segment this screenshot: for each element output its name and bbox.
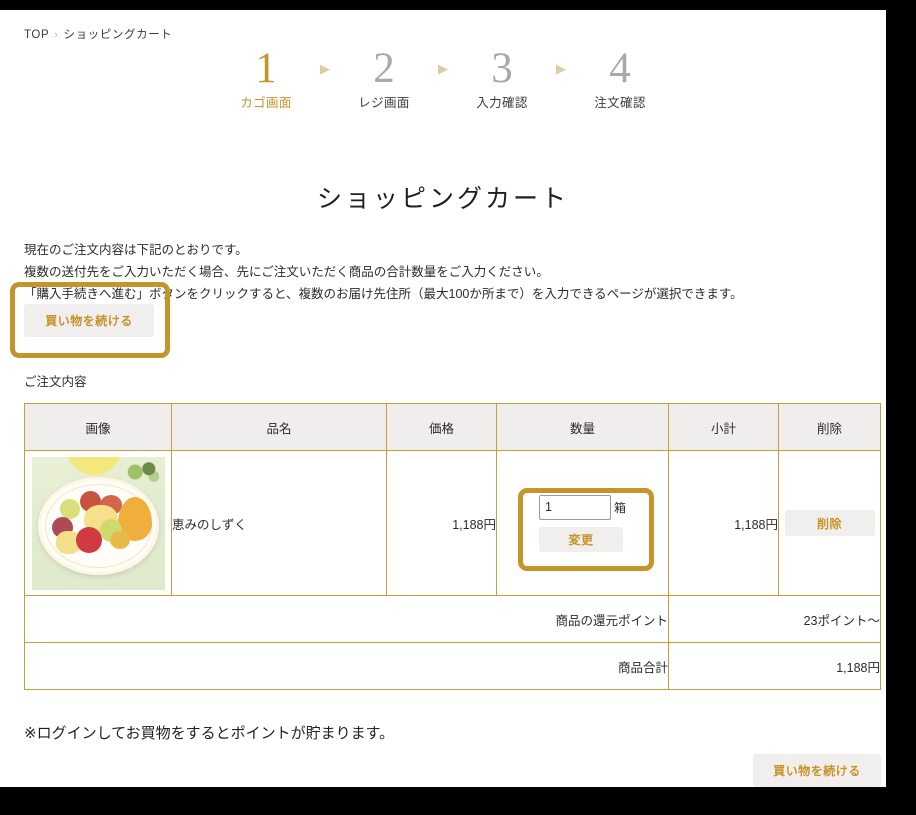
shopping-cart-page: TOP › ショッピングカート 1 カゴ画面 ▶ 2 レジ画面 ▶ 3 入力確認 ▶	[0, 10, 886, 787]
delete-item-button[interactable]: 削除	[784, 510, 875, 536]
cell-delete-action: 削除	[778, 450, 881, 596]
page-title: ショッピングカート	[316, 185, 569, 213]
step-4-number: 4	[609, 45, 631, 92]
step-2-label: レジ画面	[358, 96, 410, 110]
change-quantity-button[interactable]: 変更	[538, 526, 623, 552]
breadcrumb-current: ショッピングカート	[63, 29, 173, 41]
step-3-number: 3	[491, 45, 513, 92]
page-viewport: TOP › ショッピングカート 1 カゴ画面 ▶ 2 レジ画面 ▶ 3 入力確認 ▶	[0, 10, 886, 787]
step-arrow-2-icon: ▶	[438, 61, 448, 76]
quantity-unit-label: 箱	[613, 500, 626, 515]
quantity-input-line: 箱	[538, 494, 626, 520]
step-arrow-1-icon: ▶	[320, 61, 330, 76]
step-arrow-3-icon: ▶	[556, 61, 566, 76]
cell-product-name: 恵みのしずく	[171, 450, 387, 596]
browser-frame: TOP › ショッピングカート 1 カゴ画面 ▶ 2 レジ画面 ▶ 3 入力確認 ▶	[0, 0, 916, 815]
column-header-quantity: 数量	[496, 403, 669, 451]
step-2-number: 2	[373, 45, 395, 92]
checkout-step-indicator: 1 カゴ画面 ▶ 2 レジ画面 ▶ 3 入力確認 ▶ 4 注文確認	[0, 44, 886, 112]
breadcrumb-separator-icon: ›	[54, 29, 59, 41]
column-header-name: 品名	[171, 403, 387, 451]
intro-line-3: 「購入手続きへ進む」ボタンをクリックすると、複数のお届け先住所（最大100か所ま…	[24, 287, 743, 301]
step-1-number: 1	[255, 45, 277, 92]
breadcrumb: TOP › ショッピングカート	[24, 26, 172, 42]
leaf-decor-icon	[124, 460, 159, 483]
order-contents-label: ご注文内容	[24, 375, 87, 389]
cart-table: 画像 品名 価格 数量 小計 削除 恵みのしずく 1,188円 1 箱 変更 1…	[24, 403, 881, 690]
table-row: 恵みのしずく 1,188円 箱 変更 1,188円	[24, 450, 881, 596]
step-3-label: 入力確認	[476, 96, 528, 110]
step-1-cart: 1 カゴ画面	[218, 44, 314, 112]
continue-shopping-button-top[interactable]: 買い物を続ける	[24, 304, 154, 337]
summary-value-points: 23ポイント〜	[668, 595, 881, 643]
column-header-price: 価格	[386, 403, 497, 451]
step-2-register: 2 レジ画面	[336, 44, 432, 112]
continue-shopping-button-bottom[interactable]: 買い物を続ける	[753, 754, 881, 787]
step-4-order-confirm: 4 注文確認	[572, 44, 668, 112]
step-1-label: カゴ画面	[240, 96, 292, 110]
cell-product-price: 1,188円	[386, 450, 497, 596]
quantity-control-group: 箱 変更	[538, 494, 626, 552]
product-thumbnail[interactable]	[31, 456, 165, 590]
cell-product-subtotal: 1,188円	[668, 450, 779, 596]
step-4-label: 注文確認	[594, 96, 646, 110]
summary-row-points: 商品の還元ポイント 23ポイント〜	[24, 595, 881, 643]
lemon-decor-icon	[65, 456, 122, 475]
summary-label-points: 商品の還元ポイント	[24, 595, 669, 643]
summary-row-total: 商品合計 1,188円	[24, 642, 881, 690]
login-points-note: ※ログインしてお買物をするとポイントが貯まります。	[24, 725, 395, 742]
intro-line-1: 現在のご注文内容は下記のとおりです。	[24, 243, 248, 257]
summary-label-total: 商品合計	[24, 642, 669, 690]
breadcrumb-home-link[interactable]: TOP	[24, 29, 49, 41]
summary-value-total: 1,188円	[668, 642, 881, 690]
cell-product-image	[24, 450, 172, 596]
candy-piece	[109, 530, 130, 549]
candy-piece	[75, 526, 102, 553]
intro-line-2: 複数の送付先をご入力いただく場合、先にご注文いただく商品の合計数量をご入力くださ…	[24, 265, 549, 279]
column-header-image: 画像	[24, 403, 172, 451]
quantity-input[interactable]	[538, 494, 611, 520]
column-header-delete: 削除	[778, 403, 881, 451]
candy-piece	[59, 498, 80, 519]
column-header-subtotal: 小計	[668, 403, 779, 451]
cart-table-header-row: 画像 品名 価格 数量 小計 削除	[24, 403, 881, 451]
cell-product-quantity: 箱 変更	[496, 450, 669, 596]
step-3-input-confirm: 3 入力確認	[454, 44, 550, 112]
intro-text: 現在のご注文内容は下記のとおりです。 複数の送付先をご入力いただく場合、先にご注…	[24, 239, 864, 305]
